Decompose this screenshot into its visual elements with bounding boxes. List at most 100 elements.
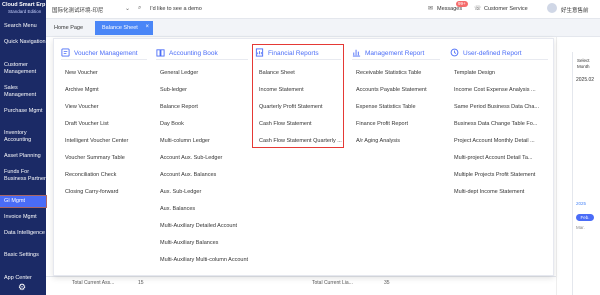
messages-badge: 99+ <box>456 1 468 7</box>
book-icon <box>156 49 165 57</box>
sidebar-item-quick-navigation[interactable]: Quick Navigation <box>0 39 46 46</box>
chart-icon <box>352 49 361 57</box>
menu-item-closing-carry-forward[interactable]: Closing Carry-forward <box>65 189 119 195</box>
sidebar-footer: ⚙ <box>0 272 46 295</box>
divider <box>450 59 548 60</box>
tab-bar: Home Page Balance Sheet × <box>46 19 600 37</box>
menu-item-multi-aux-balances[interactable]: Multi-Auxiliary Balances <box>160 240 218 246</box>
menu-item-accounts-payable-statement[interactable]: Accounts Payable Statement <box>356 87 427 93</box>
menu-item-new-voucher[interactable]: New Voucher <box>65 70 98 76</box>
column-title: Management Report <box>365 50 425 57</box>
menu-item-multiple-projects-profit-statement[interactable]: Multiple Projects Profit Statement <box>454 172 535 178</box>
column-header: Management Report <box>352 47 440 60</box>
menu-column-user-defined-report: User-defined Report Template Design Inco… <box>450 47 548 272</box>
menu-item-project-account-monthly-detail[interactable]: Project Account Monthly Detail ... <box>454 138 535 144</box>
gear-icon[interactable]: ⚙ <box>18 282 26 293</box>
month-option-feb[interactable]: Feb. <box>576 214 594 221</box>
menu-column-accounting-book: Accounting Book General Ledger Sub-ledge… <box>156 47 248 272</box>
sidebar-item-basic-settings[interactable]: Basic Settings <box>0 252 46 259</box>
menu-item-account-aux-sub-ledger[interactable]: Account Aux. Sub-Ledger <box>160 155 222 161</box>
menu-item-general-ledger[interactable]: General Ledger <box>160 70 198 76</box>
table-cell: Total Current Ass... <box>72 280 115 286</box>
menu-item-aux-balances[interactable]: Aux. Balances <box>160 206 195 212</box>
avatar[interactable] <box>547 3 557 13</box>
menu-item-same-period-business-data[interactable]: Same Period Business Data Cha... <box>454 104 539 110</box>
menu-item-day-book[interactable]: Day Book <box>160 121 184 127</box>
column-header: Voucher Management <box>61 47 147 60</box>
menu-column-management-report: Management Report Receivable Statistics … <box>352 47 440 272</box>
chevron-down-icon[interactable]: ⌄ <box>125 5 130 12</box>
headset-icon[interactable]: ☏ <box>474 5 482 12</box>
sidebar: Cloud Smart Erp Standard Edition Search … <box>0 0 47 295</box>
sidebar-item-gi-mgmt[interactable]: GI Mgmt <box>0 195 47 208</box>
tab-home-page[interactable]: Home Page <box>54 25 83 31</box>
menu-item-draft-voucher-list[interactable]: Draft Voucher List <box>65 121 109 127</box>
sidebar-item-inventory-accounting[interactable]: Inventory Accounting <box>0 130 46 144</box>
menu-item-expense-statistics-table[interactable]: Expense Statistics Table <box>356 104 416 110</box>
sidebar-item-sales-management[interactable]: Sales Management <box>0 85 46 99</box>
customer-service-button[interactable]: Customer Service <box>484 6 528 12</box>
menu-item-sub-ledger[interactable]: Sub-ledger <box>160 87 187 93</box>
table-cell: 15 <box>138 280 144 286</box>
tab-balance-sheet-label: Balance Sheet <box>102 25 138 31</box>
menu-item-aux-sub-ledger[interactable]: Aux. Sub-Ledger <box>160 189 201 195</box>
brand-name: Cloud Smart Erp <box>2 2 46 8</box>
background-scroll-area <box>556 37 572 295</box>
demo-link[interactable]: I'd like to see a demo <box>150 6 202 12</box>
menu-item-multi-dept-income-statement[interactable]: Multi-dept Income Statement <box>454 189 524 195</box>
message-icon[interactable]: ✉ <box>428 5 433 12</box>
sidebar-item-invoice-mgmt[interactable]: Invoice Mgmt <box>0 214 46 221</box>
custom-report-icon <box>450 48 459 57</box>
sidebar-item-purchase-mgmt[interactable]: Purchase Mgmt <box>0 108 46 115</box>
month-picker: Select Month 2025.02 2025 Feb. Mar. <box>572 52 600 295</box>
menu-item-multi-column-ledger[interactable]: Multi-column Ledger <box>160 138 210 144</box>
financial-reports-highlight <box>252 44 344 148</box>
menu-item-business-data-change-table[interactable]: Business Data Change Table Fo... <box>454 121 537 127</box>
divider <box>156 59 248 60</box>
app-logo: Cloud Smart Erp Standard Edition <box>2 2 46 16</box>
column-header: Accounting Book <box>156 47 248 60</box>
table-cell: Total Current Lia... <box>312 280 353 286</box>
month-option-mar[interactable]: Mar. <box>576 225 594 232</box>
table-cell: 35 <box>384 280 390 286</box>
menu-item-voucher-summary-table[interactable]: Voucher Summary Table <box>65 155 125 161</box>
menu-item-intelligent-voucher-center[interactable]: Intelligent Voucher Center <box>65 138 128 144</box>
menu-item-finance-profit-report[interactable]: Finance Profit Report <box>356 121 408 127</box>
menu-item-receivable-statistics-table[interactable]: Receivable Statistics Table <box>356 70 421 76</box>
environment-title[interactable]: 国际化测试环境-印尼 <box>52 6 103 14</box>
menu-item-account-aux-balances[interactable]: Account Aux. Balances <box>160 172 216 178</box>
menu-item-archive-mgmt[interactable]: Archive Mgmt <box>65 87 99 93</box>
column-title: Accounting Book <box>169 50 218 57</box>
menu-item-multi-aux-multi-column-account[interactable]: Multi-Auxiliary Multi-column Account <box>160 257 248 263</box>
menu-column-voucher-management: Voucher Management New Voucher Archive M… <box>61 47 147 272</box>
top-bar: 国际化测试环境-印尼 ⌄ ⌕ I'd like to see a demo ✉ … <box>0 0 600 19</box>
column-title: Voucher Management <box>74 50 138 57</box>
month-picker-value[interactable]: 2025.02 <box>576 77 594 83</box>
menu-item-ar-aging-analysis[interactable]: A/r Aging Analysis <box>356 138 400 144</box>
column-header: User-defined Report <box>450 47 548 60</box>
voucher-icon <box>61 48 70 57</box>
column-title: User-defined Report <box>463 50 522 57</box>
brand-edition: Standard Edition <box>8 9 42 14</box>
year-marker: 2025 <box>576 201 587 206</box>
divider <box>352 59 440 60</box>
close-icon[interactable]: × <box>145 24 149 30</box>
sidebar-item-asset-planning[interactable]: Asset Planning <box>0 153 46 160</box>
menu-item-multi-aux-detailed-account[interactable]: Multi-Auxiliary Detailed Account <box>160 223 237 229</box>
menu-item-template-design[interactable]: Template Design <box>454 70 495 76</box>
menu-item-multi-project-account-detail[interactable]: Multi-project Account Detail Ta... <box>454 155 532 161</box>
background-table-row: Total Current Ass... 15 Total Current Li… <box>46 276 556 295</box>
divider <box>61 59 147 60</box>
month-picker-label: Select Month <box>577 58 590 69</box>
user-name[interactable]: 好生意售前 <box>561 6 589 14</box>
menu-item-reconciliation-check[interactable]: Reconciliation Check <box>65 172 116 178</box>
sidebar-item-search-menu[interactable]: Search Menu <box>0 23 46 30</box>
search-icon[interactable]: ⌕ <box>138 5 141 12</box>
menu-item-income-cost-expense-analysis[interactable]: Income Cost Expense Analysis ... <box>454 87 536 93</box>
sidebar-item-customer-management[interactable]: Customer Management <box>0 62 46 76</box>
tab-balance-sheet[interactable]: Balance Sheet × <box>95 21 153 35</box>
menu-item-balance-report[interactable]: Balance Report <box>160 104 198 110</box>
sidebar-item-data-intelligence[interactable]: Data Intelligence <box>0 230 46 237</box>
sidebar-item-funds-partner[interactable]: Funds For Business Partner <box>0 169 46 183</box>
menu-item-view-voucher[interactable]: View Voucher <box>65 104 99 110</box>
